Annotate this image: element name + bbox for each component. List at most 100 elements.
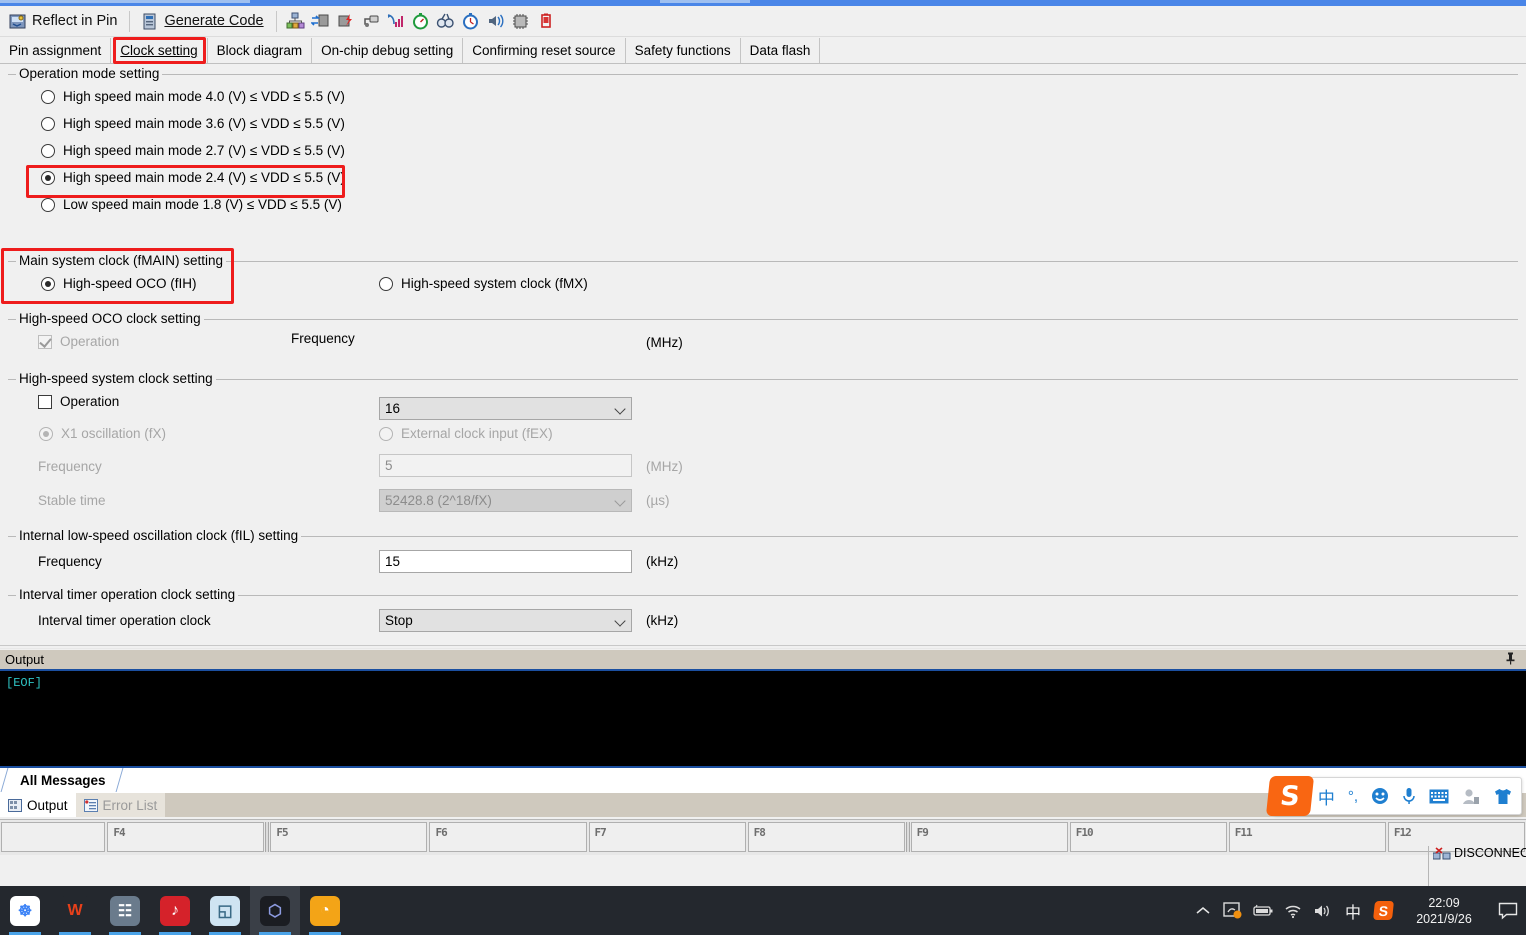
system-tray: 中 S 22:09 2021/9/26 bbox=[1188, 886, 1526, 935]
pushpin-icon[interactable] bbox=[1505, 652, 1516, 665]
option-label: X1 oscillation (fX) bbox=[61, 426, 167, 441]
fkey-f10[interactable]: F10 bbox=[1069, 822, 1227, 852]
speaker-icon[interactable] bbox=[484, 10, 507, 32]
operation-mode-option-1[interactable]: High speed main mode 3.6 (V) ≤ VDD ≤ 5.5… bbox=[41, 116, 345, 131]
windows-taskbar: ☸ W ☷ ♪ ◱ ⬡ ◔ 中 S 22:09 2021/9/26 bbox=[0, 886, 1526, 935]
radio-icon[interactable] bbox=[379, 276, 393, 291]
checkbox-icon[interactable] bbox=[38, 394, 52, 409]
clock-setting-panel: Operation mode setting High speed main m… bbox=[0, 64, 1526, 649]
tab-label: Safety functions bbox=[634, 43, 731, 58]
user-icon[interactable] bbox=[1462, 788, 1480, 805]
fkey-grip[interactable] bbox=[265, 822, 270, 852]
ime-mode-indicator[interactable]: 中 bbox=[1338, 886, 1368, 935]
transfer-chip-icon[interactable] bbox=[309, 10, 332, 32]
smiley-icon[interactable] bbox=[1371, 787, 1389, 805]
radio-icon[interactable] bbox=[41, 170, 55, 185]
generate-code-button[interactable]: Generate Code bbox=[133, 7, 272, 35]
fkey-f4[interactable]: F4 bbox=[107, 822, 265, 852]
ime-language-toggle[interactable]: 中 bbox=[1318, 784, 1335, 809]
option-label: External clock input (fEX) bbox=[401, 426, 553, 441]
interval-timer-select[interactable]: Stop bbox=[379, 609, 632, 632]
sogou-logo-icon[interactable]: S bbox=[1265, 776, 1314, 816]
screen-capture-icon[interactable] bbox=[1218, 886, 1248, 935]
notification-icon[interactable] bbox=[1490, 886, 1526, 935]
operation-mode-option-2[interactable]: High speed main mode 2.7 (V) ≤ VDD ≤ 5.5… bbox=[41, 143, 345, 158]
frequency-unit: (kHz) bbox=[646, 554, 679, 569]
chip-flash-icon[interactable] bbox=[334, 10, 357, 32]
radio-icon[interactable] bbox=[41, 143, 55, 158]
speaker-icon[interactable] bbox=[1308, 886, 1338, 935]
taskbar-app-calculator[interactable]: ☷ bbox=[100, 886, 150, 935]
option-label: High speed main mode 3.6 (V) ≤ VDD ≤ 5.5… bbox=[63, 116, 345, 131]
taskbar-app-wps-office[interactable]: W bbox=[50, 886, 100, 935]
fkey-f7[interactable]: F7 bbox=[588, 822, 746, 852]
interval-timer-unit-row: (kHz) bbox=[646, 613, 678, 628]
taskbar-app-netease-music[interactable]: ♪ bbox=[150, 886, 200, 935]
operation-mode-option-4[interactable]: Low speed main mode 1.8 (V) ≤ VDD ≤ 5.5 … bbox=[41, 197, 342, 212]
fkey-f5[interactable]: F5 bbox=[270, 822, 428, 852]
main-clock-option-fmx[interactable]: High-speed system clock (fMX) bbox=[379, 276, 588, 291]
disconnect-status[interactable]: DISCONNECT bbox=[1428, 846, 1526, 888]
tab-confirming-reset-source[interactable]: Confirming reset source bbox=[463, 38, 626, 63]
clock-blue-icon[interactable] bbox=[459, 10, 482, 32]
accent-strip-segment-right bbox=[660, 0, 750, 3]
fkey-blank[interactable] bbox=[1, 822, 106, 852]
taskbar-app-notepad[interactable]: ◱ bbox=[200, 886, 250, 935]
sogou-tray-icon[interactable]: S bbox=[1368, 886, 1398, 935]
output-dock-splitter[interactable] bbox=[0, 645, 1526, 649]
microphone-icon[interactable] bbox=[1402, 787, 1416, 805]
binoculars-icon[interactable] bbox=[434, 10, 457, 32]
tab-clock-setting[interactable]: Clock setting bbox=[111, 38, 208, 63]
battery-icon[interactable] bbox=[1248, 886, 1278, 935]
tshirt-icon[interactable] bbox=[1493, 788, 1513, 805]
output-panel-title: Output bbox=[5, 652, 45, 667]
chip-grid-icon[interactable] bbox=[509, 10, 532, 32]
presentation-app-icon: ◔ bbox=[310, 895, 340, 926]
keyboard-icon[interactable] bbox=[1429, 789, 1449, 804]
stable-time-value: 52428.8 (2^18/fX) bbox=[385, 493, 492, 508]
tab-all-messages[interactable]: All Messages bbox=[0, 768, 123, 792]
usb-plug-icon[interactable] bbox=[359, 10, 382, 32]
radio-icon[interactable] bbox=[41, 276, 55, 291]
fkey-f6[interactable]: F6 bbox=[429, 822, 587, 852]
radio-icon[interactable] bbox=[41, 197, 55, 212]
battery-red-icon[interactable] bbox=[534, 10, 557, 32]
fil-frequency-input[interactable]: 15 bbox=[379, 550, 632, 573]
reflect-in-pin-button[interactable]: Reflect in Pin bbox=[0, 7, 126, 35]
fil-frequency-label-row: Frequency bbox=[38, 554, 102, 569]
generate-code-icon bbox=[142, 13, 158, 30]
tab-on-chip-debug-setting[interactable]: On-chip debug setting bbox=[312, 38, 464, 63]
hs-operation-checkbox-row[interactable]: Operation bbox=[38, 394, 119, 409]
operation-mode-option-3[interactable]: High speed main mode 2.4 (V) ≤ VDD ≤ 5.5… bbox=[41, 170, 345, 185]
ime-punctuation-toggle[interactable]: °, bbox=[1348, 788, 1358, 805]
signal-chart-icon[interactable] bbox=[384, 10, 407, 32]
taskbar-app-presentation-app[interactable]: ◔ bbox=[300, 886, 350, 935]
fkey-f9[interactable]: F9 bbox=[910, 822, 1068, 852]
fkey-grip[interactable] bbox=[905, 822, 910, 852]
group-border-dash bbox=[8, 536, 14, 537]
stable-time-label: Stable time bbox=[38, 493, 106, 508]
operation-mode-option-0[interactable]: High speed main mode 4.0 (V) ≤ VDD ≤ 5.5… bbox=[41, 89, 345, 104]
tab-data-flash[interactable]: Data flash bbox=[740, 38, 821, 63]
output-console[interactable]: [EOF] bbox=[0, 671, 1526, 766]
radio-icon[interactable] bbox=[41, 116, 55, 131]
radio-icon[interactable] bbox=[41, 89, 55, 104]
main-clock-option-hoco[interactable]: High-speed OCO (fIH) bbox=[41, 276, 197, 291]
main-toolbar: Reflect in Pin Generate Code bbox=[0, 6, 1526, 37]
tab-safety-functions[interactable]: Safety functions bbox=[625, 38, 741, 63]
fkey-f8[interactable]: F8 bbox=[747, 822, 905, 852]
option-label: High-speed OCO (fIH) bbox=[63, 276, 197, 291]
fkey-f11[interactable]: F11 bbox=[1228, 822, 1386, 852]
timer-green-icon[interactable] bbox=[409, 10, 432, 32]
dock-tab-output[interactable]: Output bbox=[0, 793, 76, 817]
wifi-icon[interactable] bbox=[1278, 886, 1308, 935]
dock-tab-error-list[interactable]: Error List bbox=[75, 793, 166, 817]
taskbar-app-baidu-netdisk[interactable]: ☸ bbox=[0, 886, 50, 935]
chevron-up-icon[interactable] bbox=[1188, 886, 1218, 935]
interval-timer-value: Stop bbox=[385, 613, 413, 628]
tab-pin-assignment[interactable]: Pin assignment bbox=[0, 38, 112, 63]
tab-block-diagram[interactable]: Block diagram bbox=[207, 38, 313, 63]
taskbar-app-cs-plus-ide[interactable]: ⬡ bbox=[250, 886, 300, 935]
taskbar-clock[interactable]: 22:09 2021/9/26 bbox=[1398, 895, 1490, 927]
component-tree-icon[interactable] bbox=[284, 10, 307, 32]
